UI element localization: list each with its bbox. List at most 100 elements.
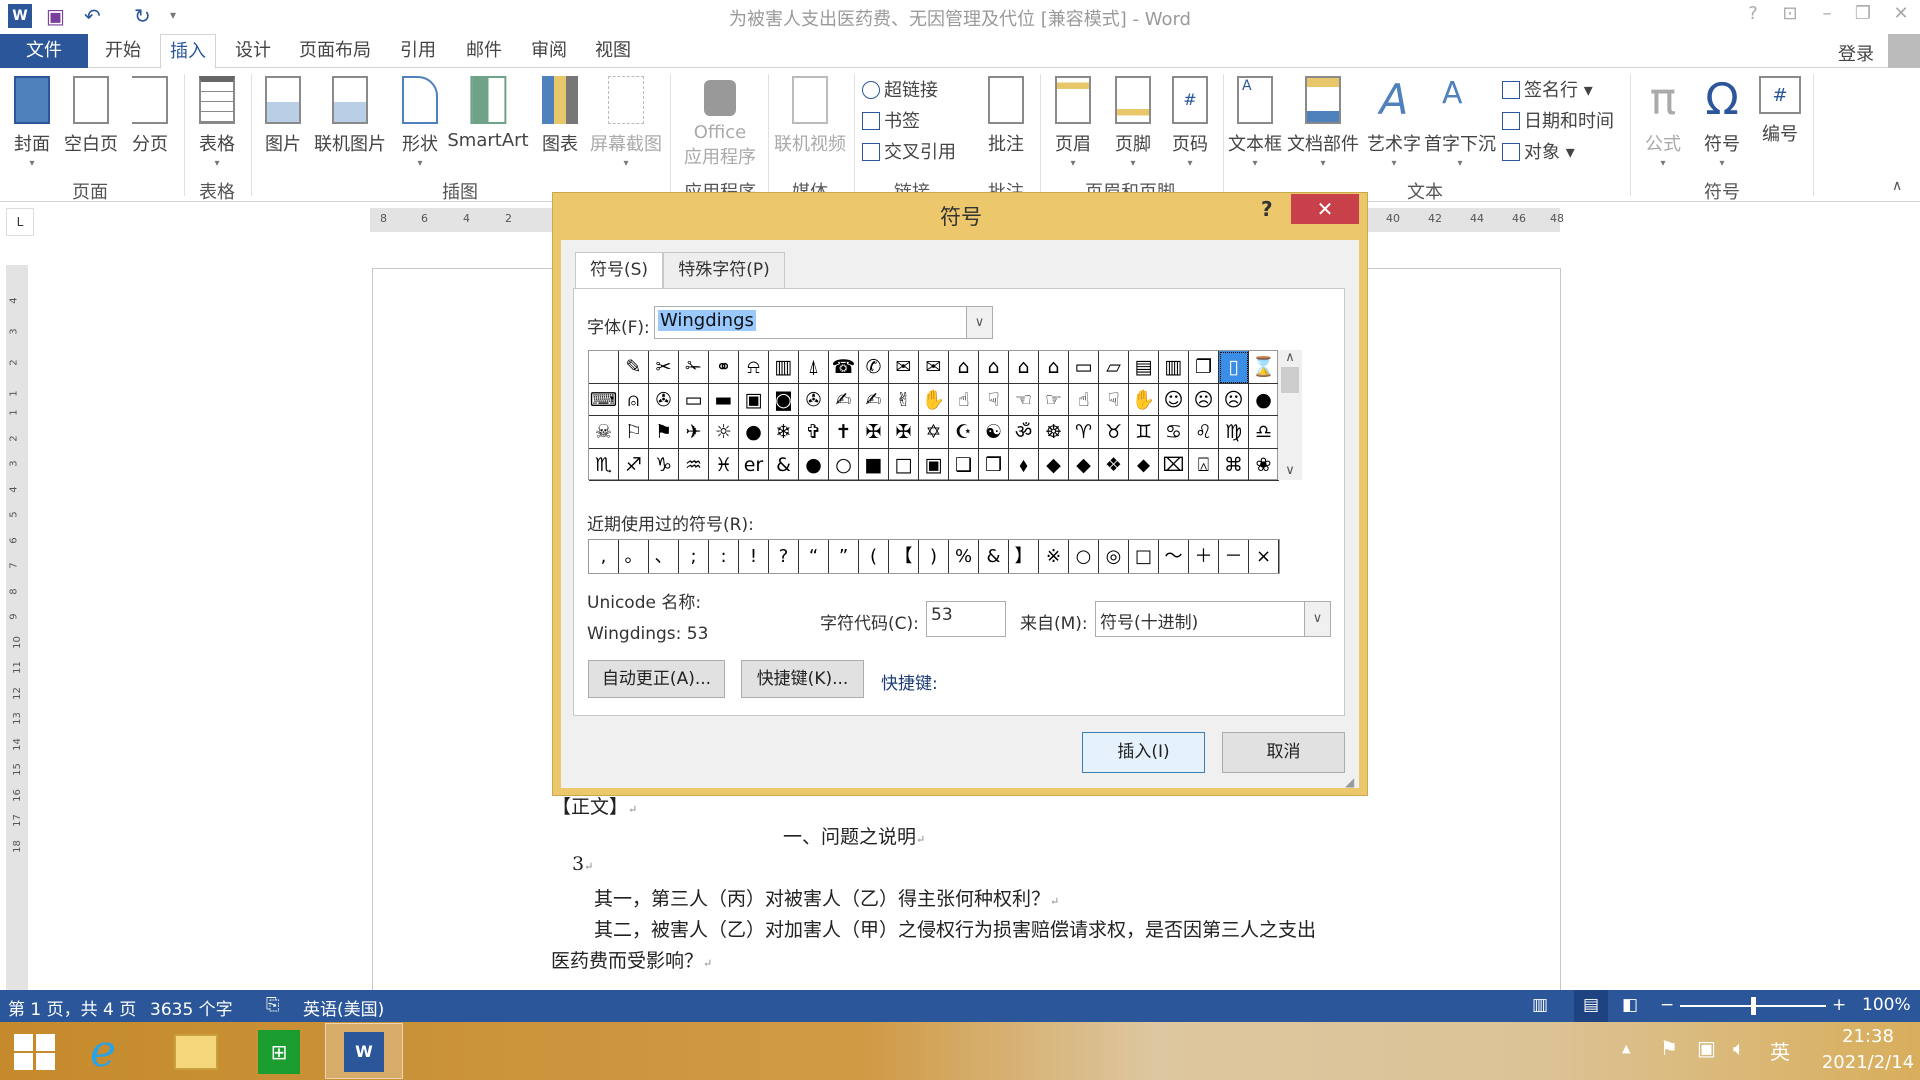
symbol-cell[interactable]: ✍	[829, 383, 859, 416]
symbol-cell[interactable]: ♎	[1249, 416, 1279, 449]
chevron-down-icon[interactable]: ∨	[1304, 602, 1330, 636]
symbol-cell[interactable]: ☹	[1219, 383, 1249, 416]
recent-symbol-cell[interactable]: !	[739, 540, 769, 573]
symbol-cell[interactable]: ♌	[1189, 416, 1219, 449]
clock-date[interactable]: 2021/2/14	[1818, 1052, 1918, 1073]
recent-symbol-cell[interactable]: ～	[1159, 540, 1189, 573]
web-layout-icon[interactable]: ◧	[1622, 995, 1638, 1015]
recent-symbol-cell[interactable]: ※	[1039, 540, 1069, 573]
symbol-cell[interactable]: ◙	[769, 383, 799, 416]
symbol-cell[interactable]: ▯	[1219, 351, 1249, 384]
symbol-cell[interactable]: ⌂	[1009, 351, 1039, 384]
symbol-cell[interactable]: ♈	[1069, 416, 1099, 449]
help-button[interactable]: ?	[1738, 3, 1768, 24]
word-count[interactable]: 3635 个字	[150, 995, 233, 1020]
symbol-cell[interactable]: ✇	[649, 383, 679, 416]
taskbar-word[interactable]: W	[325, 1023, 403, 1079]
symbol-cell[interactable]: ✝	[829, 416, 859, 449]
symbol-cell[interactable]: ●	[1249, 383, 1279, 416]
recent-symbol-cell[interactable]: 】	[1009, 540, 1039, 573]
symbol-cell[interactable]: ⍾	[739, 351, 769, 384]
internet-explorer-icon[interactable]: e	[90, 1026, 116, 1077]
picture-button[interactable]: 图片	[265, 76, 301, 156]
page-break-button[interactable]: 分页	[132, 76, 168, 156]
wordart-button[interactable]: A 艺术字 ▾	[1367, 76, 1421, 170]
shapes-button[interactable]: 形状 ▾	[402, 76, 438, 169]
symbol-cell[interactable]: ❄	[769, 416, 799, 449]
tab-view[interactable]: 视图	[588, 34, 638, 68]
symbol-cell[interactable]: ⌘	[1219, 448, 1249, 481]
symbol-cell[interactable]: ✠	[889, 416, 919, 449]
symbol-cell[interactable]: ✋	[1129, 383, 1159, 416]
symbol-cell[interactable]: ☺	[1159, 383, 1189, 416]
dialog-close-button[interactable]: ✕	[1291, 194, 1359, 224]
recent-symbol-cell[interactable]: ○	[1069, 540, 1099, 573]
date-time-button[interactable]: 日期和时间	[1502, 107, 1614, 133]
symbol-cell[interactable]: ⌂	[949, 351, 979, 384]
symbol-cell[interactable]: ⚑	[649, 416, 679, 449]
symbol-cell[interactable]: ✌	[889, 383, 919, 416]
symbol-cell[interactable]: ○	[829, 448, 859, 481]
symbol-cell[interactable]: ●	[739, 416, 769, 449]
recent-symbol-cell[interactable]: (	[859, 540, 889, 573]
symbol-cell[interactable]: ⌧	[1159, 448, 1189, 481]
symbol-cell[interactable]: &	[769, 448, 799, 481]
ime-indicator[interactable]: 英	[1770, 1036, 1790, 1065]
symbol-cell[interactable]: ⬧	[1009, 448, 1039, 481]
shortcut-key-button[interactable]: 快捷键(K)...	[741, 660, 864, 698]
restore-button[interactable]: ❐	[1848, 3, 1878, 24]
screenshot-button[interactable]: 屏幕截图 ▾	[590, 76, 662, 169]
symbol-cell[interactable]: ⍋	[799, 351, 829, 384]
table-button[interactable]: 表格 ▾	[199, 76, 235, 169]
action-center-icon[interactable]: ⚑	[1660, 1036, 1678, 1060]
recent-symbol-cell[interactable]: “	[799, 540, 829, 573]
zoom-level[interactable]: 100%	[1862, 995, 1911, 1015]
symbol-cell[interactable]: ☝	[949, 383, 979, 416]
symbol-cell[interactable]: ✞	[799, 416, 829, 449]
cross-reference-button[interactable]: 交叉引用	[862, 138, 956, 164]
symbol-cell[interactable]: ❒	[979, 448, 1009, 481]
recent-symbol-cell[interactable]: &	[979, 540, 1009, 573]
symbol-cell[interactable]: ✍	[859, 383, 889, 416]
autocorrect-button[interactable]: 自动更正(A)...	[588, 660, 725, 698]
recent-symbol-cell[interactable]: 【	[889, 540, 919, 573]
page-number-button[interactable]: # 页码 ▾	[1172, 76, 1208, 169]
symbol-cell[interactable]: ♊	[1129, 416, 1159, 449]
symbol-cell[interactable]: ✂	[649, 351, 679, 384]
language[interactable]: 英语(美国)	[303, 995, 384, 1020]
recent-symbol-cell[interactable]: ”	[829, 540, 859, 573]
symbol-cell[interactable]: ☞	[1039, 383, 1069, 416]
drop-cap-button[interactable]: A 首字下沉 ▾	[1424, 76, 1496, 169]
scroll-up-icon[interactable]: ∧	[1278, 350, 1302, 365]
symbol-cell[interactable]: ◆	[1069, 448, 1099, 481]
symbol-cell[interactable]: ✋	[919, 383, 949, 416]
cancel-button[interactable]: 取消	[1222, 732, 1345, 773]
symbol-cell[interactable]: ✡	[919, 416, 949, 449]
text-box-button[interactable]: A 文本框 ▾	[1228, 76, 1282, 169]
header-button[interactable]: 页眉 ▾	[1055, 76, 1091, 169]
tab-file[interactable]: 文件	[0, 34, 88, 68]
symbol-cell[interactable]: ✉	[889, 351, 919, 384]
close-window-button[interactable]: ✕	[1886, 3, 1916, 24]
symbol-cell[interactable]: ▱	[1099, 351, 1129, 384]
tab-design[interactable]: 设计	[228, 34, 278, 68]
store-icon[interactable]: ⊞	[258, 1030, 300, 1074]
symbol-cell[interactable]: ☠	[589, 416, 619, 449]
comment-button[interactable]: 批注	[988, 76, 1024, 156]
insert-button[interactable]: 插入(I)	[1082, 732, 1205, 773]
symbol-cell[interactable]: ▬	[709, 383, 739, 416]
symbol-cell[interactable]: ❑	[949, 448, 979, 481]
symbol-cell[interactable]: ✠	[859, 416, 889, 449]
symbol-cell[interactable]: ♒	[679, 448, 709, 481]
sign-in-link[interactable]: 登录	[1838, 40, 1874, 66]
symbol-cell[interactable]: ▥	[769, 351, 799, 384]
recent-symbol-cell[interactable]: ?	[769, 540, 799, 573]
symbol-cell[interactable]: ●	[799, 448, 829, 481]
symbol-cell[interactable]	[589, 351, 619, 384]
symbol-button[interactable]: Ω 符号 ▾	[1704, 76, 1740, 169]
symbol-cell[interactable]: er	[739, 448, 769, 481]
symbol-cell[interactable]: ⌨	[589, 383, 619, 416]
start-button[interactable]	[14, 1034, 56, 1070]
recent-symbol-cell[interactable]: ◎	[1099, 540, 1129, 573]
symbol-cell[interactable]: ♐	[619, 448, 649, 481]
